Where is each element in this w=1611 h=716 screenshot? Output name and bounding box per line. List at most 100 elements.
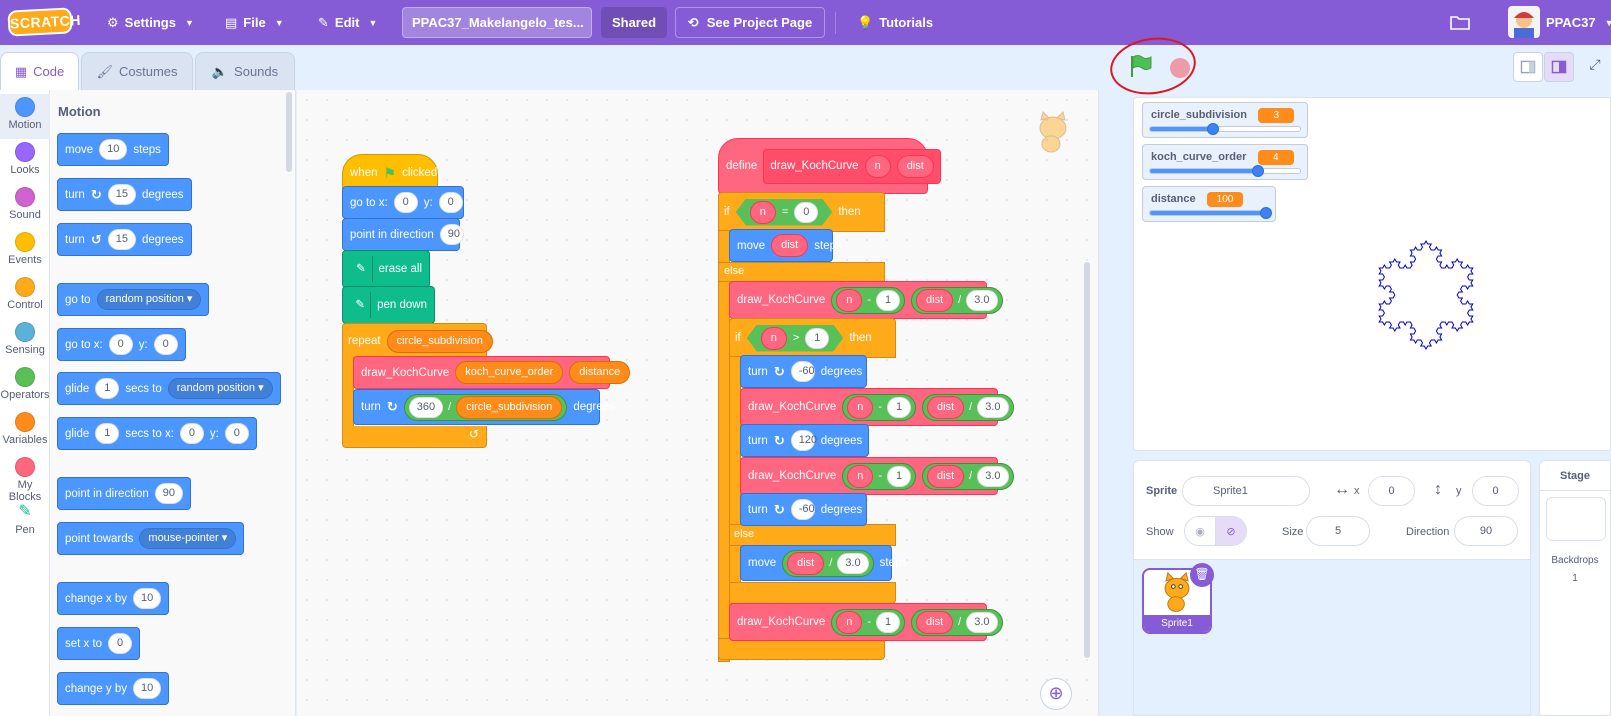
category-variables[interactable]: Variables <box>0 409 50 454</box>
number-input[interactable]: 1 <box>887 465 912 487</box>
workspace-scrollbar[interactable] <box>1084 262 1090 658</box>
block-point-in-direction[interactable]: point in direction 90 <box>57 477 191 510</box>
divide-operator[interactable]: dist / 3.0 <box>922 393 1014 421</box>
number-input[interactable]: 10 <box>133 678 162 699</box>
divide-operator[interactable]: dist / 3.0 <box>911 286 1003 314</box>
block-point-in-direction[interactable]: point in direction 90 <box>342 218 464 251</box>
category-sensing[interactable]: Sensing <box>0 319 50 364</box>
edit-menu[interactable]: ✎ Edit ▼ <box>318 0 377 45</box>
subtract-operator[interactable]: n-1 <box>831 608 906 636</box>
number-input[interactable]: 0 <box>108 633 133 654</box>
category-my-blocks[interactable]: My Blocks <box>0 454 50 503</box>
parameter-reporter[interactable]: dist <box>771 234 809 257</box>
backdrop-thumbnail[interactable] <box>1546 497 1606 541</box>
number-input[interactable]: 1 <box>805 328 829 349</box>
variable-monitor[interactable]: koch_curve_order 4 <box>1142 144 1308 180</box>
avatar[interactable] <box>1508 6 1540 38</box>
code-workspace[interactable]: when ⚑ clicked go to x: 0 y: 0 point in … <box>297 90 1099 716</box>
equals-operator[interactable]: n = 0 <box>736 199 833 226</box>
variable-reporter[interactable]: circle_subdivision <box>386 329 493 353</box>
block-turn-right[interactable]: turn ↻ 360 / circle_subdivision degrees <box>353 389 615 425</box>
block-call-draw-kochcurve[interactable]: draw_KochCurve n-1 dist / 3.0 <box>740 388 1014 426</box>
category-motion[interactable]: Motion <box>0 94 50 139</box>
stage-selector[interactable]: Stage Backdrops 1 <box>1539 460 1611 716</box>
show-hidden-button[interactable]: ⊘ <box>1215 516 1247 546</box>
block-point-towards[interactable]: point towards mouse-pointer ▾ <box>57 522 245 555</box>
number-input[interactable]: 90 <box>154 483 183 504</box>
tab-sounds[interactable]: 🔈 Sounds <box>195 52 295 90</box>
tab-code[interactable]: ▦ Code <box>0 52 79 90</box>
category-events[interactable]: Events <box>0 229 50 274</box>
number-input[interactable]: 360 <box>408 396 444 418</box>
category-operators[interactable]: Operators <box>0 364 50 409</box>
block-move[interactable]: move dist / 3.0 steps <box>740 545 907 581</box>
file-menu[interactable]: ▤ File ▼ <box>225 0 284 45</box>
block-set-x[interactable]: set x to 0 <box>57 627 141 660</box>
number-input[interactable]: 90 <box>439 224 464 245</box>
parameter-reporter[interactable]: n <box>847 395 874 419</box>
block-change-x[interactable]: change x by 10 <box>57 582 170 615</box>
subtract-operator[interactable]: n-1 <box>842 393 917 421</box>
block-turn-right[interactable]: turn ↻ -60 degrees <box>740 355 867 388</box>
subtract-operator[interactable]: n-1 <box>831 286 906 314</box>
parameter-reporter[interactable]: dist <box>916 288 954 312</box>
block-erase-all[interactable]: ✎ erase all <box>342 250 430 288</box>
parameter-reporter[interactable]: dist <box>927 395 965 419</box>
number-input[interactable]: 3.0 <box>977 465 1009 487</box>
tab-costumes[interactable]: 🖌 Costumes <box>81 52 193 90</box>
block-turn-right[interactable]: turn ↻ 15 degrees <box>57 178 192 211</box>
parameter-reporter[interactable]: dist <box>916 610 954 634</box>
variable-monitor[interactable]: distance 100 <box>1142 186 1276 222</box>
variable-reporter[interactable]: koch_curve_order <box>455 361 564 384</box>
direction-input[interactable]: 90 <box>1454 516 1518 546</box>
block-change-y[interactable]: change y by 10 <box>57 672 170 705</box>
number-input[interactable]: 15 <box>107 229 136 250</box>
number-input[interactable]: 1 <box>95 378 120 399</box>
block-go-to[interactable]: go to random position ▾ <box>57 283 210 316</box>
category-control[interactable]: Control <box>0 274 50 319</box>
target-dropdown[interactable]: random position ▾ <box>96 289 202 310</box>
number-input[interactable]: 1 <box>95 423 120 444</box>
show-visible-button[interactable]: ◉ <box>1184 516 1216 546</box>
block-call-draw-kochcurve[interactable]: draw_KochCurve n-1 dist / 3.0 <box>729 603 1003 641</box>
shared-button[interactable]: Shared <box>601 7 667 38</box>
parameter-reporter[interactable]: n <box>750 201 776 224</box>
category-pen[interactable]: ✎ Pen <box>0 499 50 544</box>
number-input[interactable]: 120 <box>790 430 817 451</box>
block-turn-right[interactable]: turn ↻ -60 degrees <box>740 493 867 526</box>
number-input[interactable]: 1 <box>876 289 901 311</box>
monitor-slider[interactable] <box>1149 165 1301 177</box>
divide-operator[interactable]: dist / 3.0 <box>782 549 874 577</box>
block-call-draw-kochcurve[interactable]: draw_KochCurve koch_curve_order distance <box>353 356 631 389</box>
number-input[interactable]: 15 <box>107 184 136 205</box>
trash-icon[interactable]: 🗑 <box>1190 563 1214 587</box>
number-input[interactable]: 3.0 <box>966 611 998 633</box>
number-input[interactable]: 0 <box>794 202 818 223</box>
block-move[interactable]: move dist steps <box>729 229 842 262</box>
normal-stage-button[interactable] <box>1544 52 1574 82</box>
block-go-to-xy[interactable]: go to x: 0 y: 0 <box>342 186 464 219</box>
block-turn-right[interactable]: turn ↻ 120 degrees <box>740 424 869 457</box>
fullscreen-icon[interactable]: ⤢ <box>1585 56 1605 76</box>
number-input[interactable]: 1 <box>876 611 901 633</box>
variable-monitor[interactable]: circle_subdivision 3 <box>1142 102 1308 138</box>
target-dropdown[interactable]: random position ▾ <box>167 378 273 399</box>
parameter-reporter[interactable]: n <box>836 288 863 312</box>
y-input[interactable]: 0 <box>153 334 178 355</box>
small-stage-button[interactable] <box>1513 52 1543 82</box>
parameter-reporter[interactable]: dist <box>896 154 934 178</box>
x-input[interactable]: 0 <box>108 334 133 355</box>
variable-reporter[interactable]: distance <box>569 361 631 384</box>
block-call-draw-kochcurve[interactable]: draw_KochCurve n-1 dist / 3.0 <box>740 457 1014 495</box>
sprite-name-input[interactable]: Sprite1 <box>1182 476 1310 506</box>
number-input[interactable]: -60 <box>790 361 815 382</box>
stage[interactable]: circle_subdivision 3 koch_curve_order 4 … <box>1133 97 1611 451</box>
parameter-reporter[interactable]: dist <box>927 464 965 488</box>
parameter-reporter[interactable]: n <box>864 154 891 178</box>
my-stuff-folder-icon[interactable] <box>1450 14 1470 30</box>
x-position-input[interactable]: 0 <box>1368 476 1415 506</box>
account-menu[interactable]: PPAC37 ▼ <box>1546 0 1611 45</box>
block-turn-left[interactable]: turn ↺ 15 degrees <box>57 223 192 256</box>
parameter-reporter[interactable]: n <box>847 464 874 488</box>
zoom-in-button[interactable]: ⊕ <box>1040 678 1072 710</box>
